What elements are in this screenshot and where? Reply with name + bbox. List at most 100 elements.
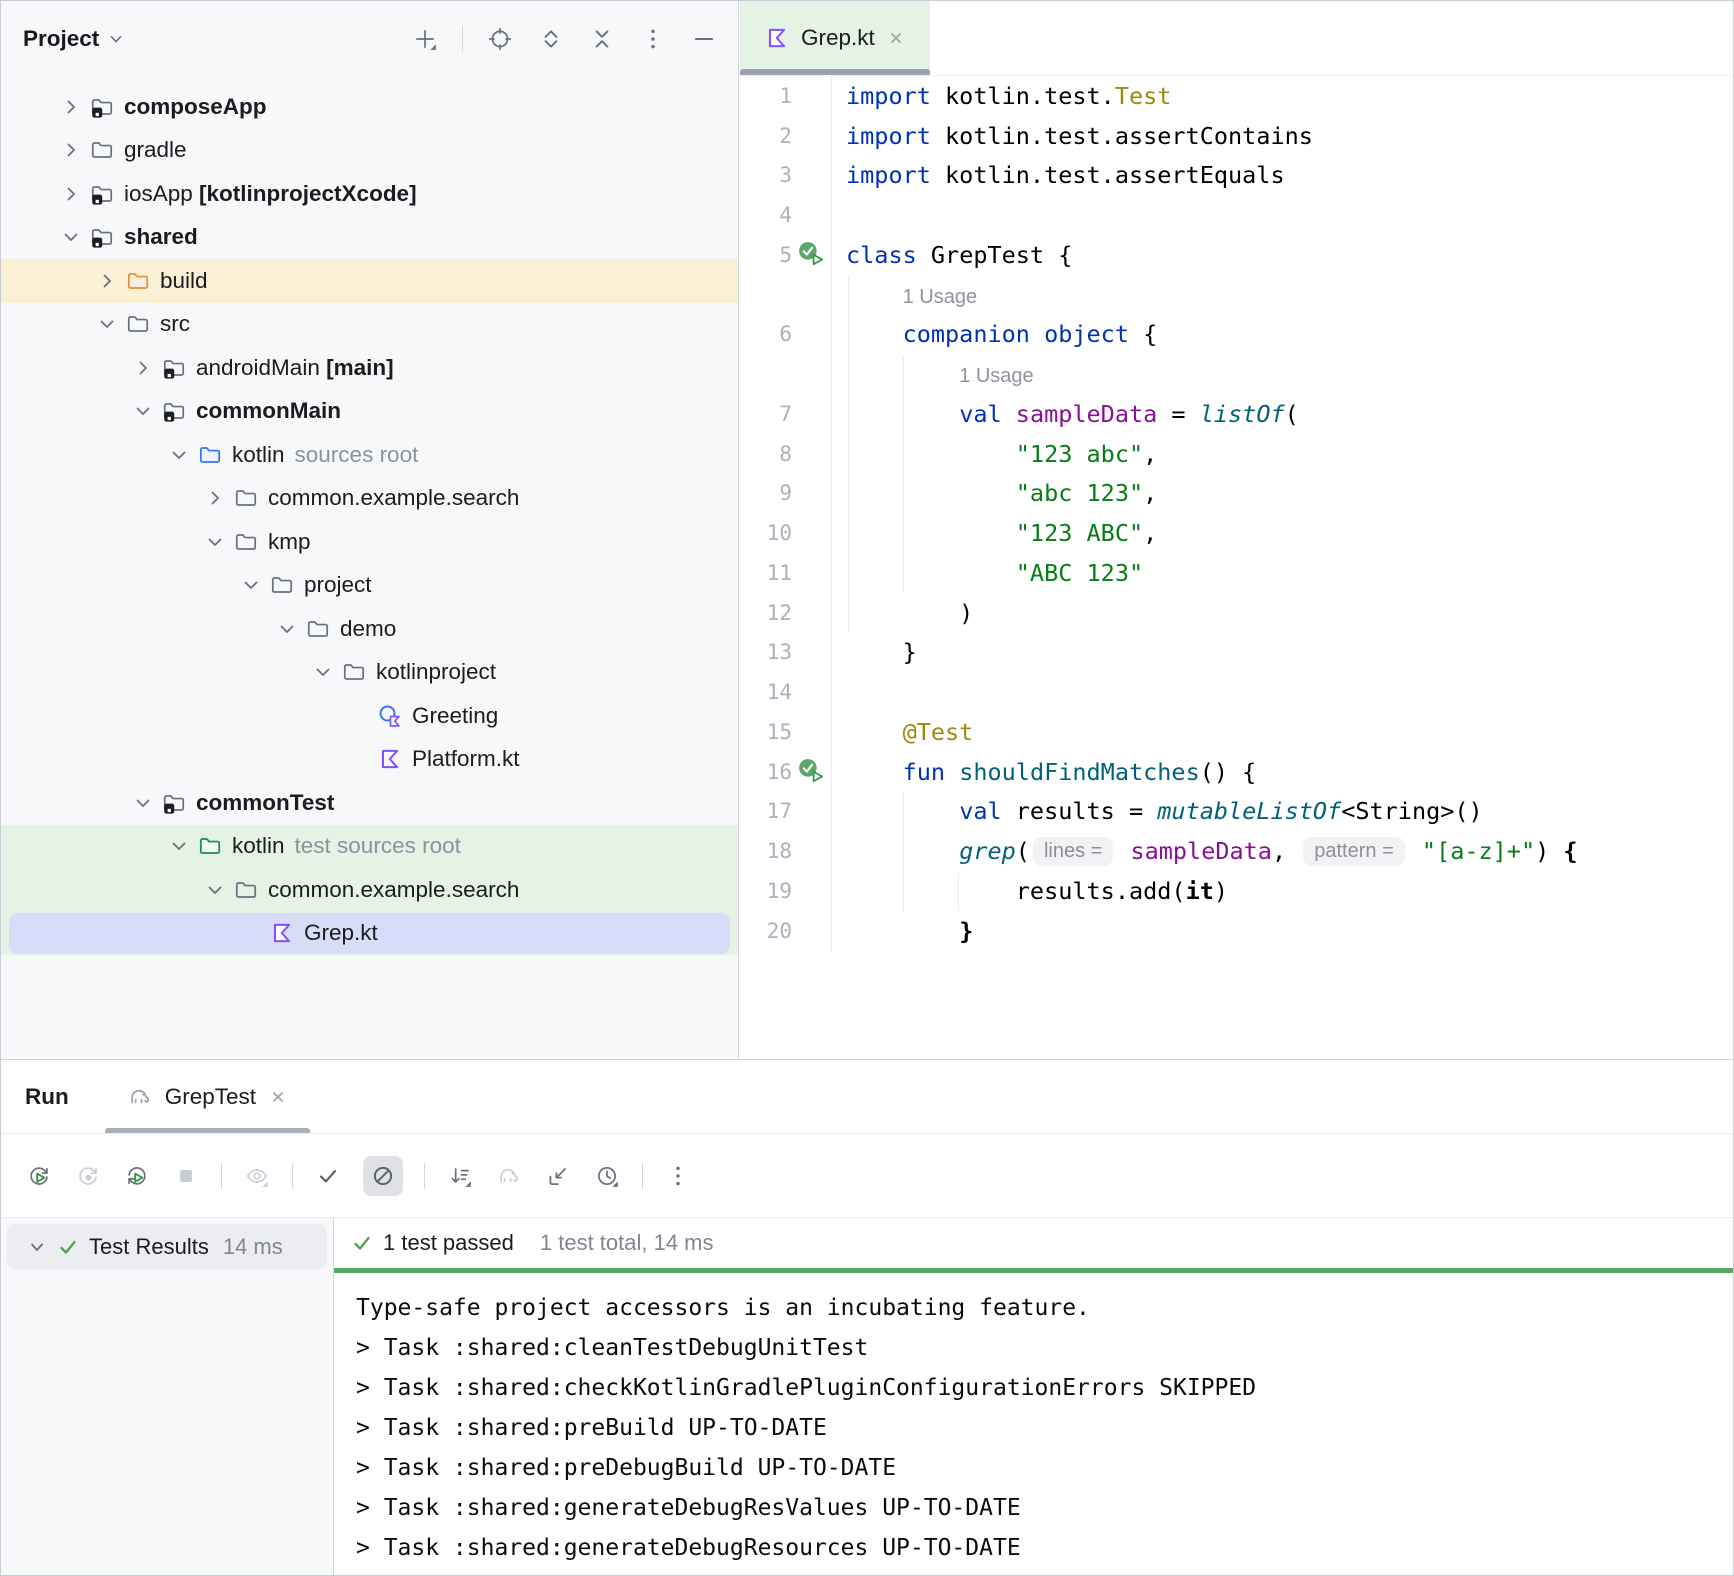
code-line-17: 17 val results = mutableListOf<String>() [740,792,1733,832]
chevron-down-icon[interactable] [131,791,155,815]
chevron-right-icon[interactable] [59,95,83,119]
close-icon[interactable] [268,1087,288,1107]
folder-icon [341,659,367,685]
tree-item-iosapp[interactable]: iosApp [kotlinprojectXcode] [1,172,738,216]
tab-greptest[interactable]: GrepTest [105,1060,310,1133]
tree-item-src[interactable]: src [1,303,738,347]
tree-item-demo[interactable]: demo [1,607,738,651]
tree-item-greeting[interactable]: Greeting [1,694,738,738]
tree-item-shared[interactable]: shared [1,216,738,260]
tree-item-platform-kt[interactable]: Platform.kt [1,738,738,782]
stop-button[interactable] [172,1162,200,1190]
collapse-all-button[interactable] [588,25,616,53]
test-results-time: 14 ms [223,1234,283,1260]
gradle-button[interactable] [495,1162,523,1190]
run-test-gutter-icon[interactable] [796,756,827,787]
chevron-down-icon [27,1237,47,1257]
usages-inlay-hint[interactable]: 1 Usage [959,365,1034,387]
rerun-button[interactable] [25,1162,53,1190]
more-button[interactable] [664,1162,692,1190]
hide-button[interactable] [690,25,718,53]
add-button[interactable] [411,25,439,53]
chevron-right-icon[interactable] [203,486,227,510]
watch-button[interactable] [243,1162,271,1190]
chevron-down-icon[interactable] [95,312,119,336]
tree-item-androidmain[interactable]: androidMain [main] [1,346,738,390]
usages-inlay-hint[interactable]: 1 Usage [903,286,978,308]
chevron-down-icon[interactable] [167,443,191,467]
run-panel-header: Run GrepTest [1,1060,1733,1134]
chevron-right-icon[interactable] [59,182,83,206]
tree-item-gradle[interactable]: gradle [1,129,738,173]
folder-icon [233,877,259,903]
history-button[interactable] [593,1162,621,1190]
chevron-down-icon[interactable] [239,573,263,597]
code-editor[interactable]: 1import kotlin.test.Test2import kotlin.t… [740,76,1733,951]
rerun-auto-button[interactable] [123,1162,151,1190]
module-icon [161,398,187,424]
tree-item-commontest[interactable]: commonTest [1,781,738,825]
line-number: 4 [740,203,792,227]
module-icon [161,790,187,816]
folder-test-icon [197,833,223,859]
tree-item-composeapp[interactable]: composeApp [1,85,738,129]
tree-item-common-example-search[interactable]: common.example.search [1,868,738,912]
folder-icon [233,529,259,555]
test-results-row[interactable]: Test Results 14 ms [7,1224,327,1269]
chevron-down-icon[interactable] [311,660,335,684]
run-console[interactable]: Type-safe project accessors is an incuba… [334,1273,1733,1576]
tree-item-project[interactable]: project [1,564,738,608]
run-tab-label: GrepTest [165,1084,256,1110]
import-results-button[interactable] [544,1162,572,1190]
tree-item-commonmain[interactable]: commonMain [1,390,738,434]
chevron-down-icon[interactable] [59,225,83,249]
tab-grep-kt[interactable]: Grep.kt [740,1,930,75]
tree-item-build[interactable]: build [1,259,738,303]
line-number: 2 [740,124,792,148]
inlay-hint-row: 1 Usage [740,354,1733,394]
chevron-right-icon[interactable] [95,269,119,293]
rerun-failed-button[interactable] [74,1162,102,1190]
project-panel-title: Project [23,26,99,52]
close-icon[interactable] [886,28,906,48]
show-ignored-button[interactable] [363,1156,403,1196]
console-line: > Task :shared:generateDebugResValues UP… [356,1488,1733,1528]
line-number: 3 [740,163,792,187]
project-view-selector[interactable]: Project [23,26,125,52]
module-icon [161,355,187,381]
code-line-16: 16 fun shouldFindMatches() { [740,752,1733,792]
tree-item-kmp[interactable]: kmp [1,520,738,564]
tree-item-kotlintest-sources-root[interactable]: kotlintest sources root [1,825,738,869]
tree-item-common-example-search[interactable]: common.example.search [1,477,738,521]
chevron-down-icon[interactable] [131,399,155,423]
chevron-down-icon[interactable] [275,617,299,641]
chevron-down-icon [107,30,125,48]
console-line: > Task :shared:preDebugBuild UP-TO-DATE [356,1448,1733,1488]
editor-tab-bar: Grep.kt [740,1,1733,76]
indent-guide [903,356,904,593]
chevron-down-icon[interactable] [167,834,191,858]
code-line-12: 12 ) [740,593,1733,633]
tree-item-grep-kt[interactable]: Grep.kt [1,912,738,956]
folder-sources-icon [197,442,223,468]
code-line-5: 5class GrepTest { [740,235,1733,275]
chevron-down-icon[interactable] [203,878,227,902]
chevron-right-icon[interactable] [59,138,83,162]
line-number: 13 [740,640,792,664]
chevron-down-icon[interactable] [203,530,227,554]
sort-by-duration-button[interactable] [446,1162,474,1190]
more-button[interactable] [639,25,667,53]
chevron-right-icon[interactable] [131,356,155,380]
test-passed-icon [351,1232,373,1254]
run-test-gutter-icon[interactable] [796,239,827,270]
line-number: 12 [740,601,792,625]
locate-button[interactable] [486,25,514,53]
indent-guide [958,873,959,911]
tree-item-kotlinsources-root[interactable]: kotlinsources root [1,433,738,477]
expand-all-button[interactable] [537,25,565,53]
code-line-19: 19 results.add(it) [740,871,1733,911]
show-passed-button[interactable] [314,1162,342,1190]
tree-item-kotlinproject[interactable]: kotlinproject [1,651,738,695]
module-icon [89,94,115,120]
code-line-18: 18 grep(lines = sampleData, pattern = "[… [740,831,1733,871]
